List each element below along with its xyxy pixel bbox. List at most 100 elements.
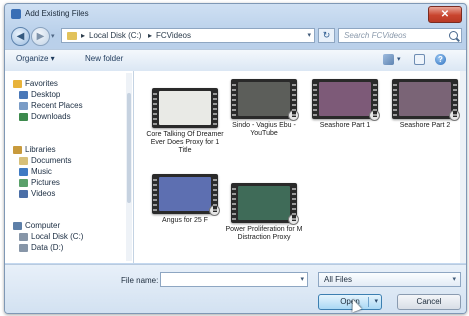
sidebar-scrollbar-thumb[interactable] [127,93,131,203]
video-frame [159,91,211,125]
forward-button[interactable]: ▶ [31,27,50,46]
sidebar-item-music[interactable]: Music [5,167,125,178]
file-name: Seashore Part 2 [399,122,451,129]
add-existing-files-dialog: Add Existing Files ✕ ◀ ▶ ▾ ▸ Local Disk … [4,3,467,314]
organize-button[interactable]: Organize ▾ [16,54,55,63]
refresh-button[interactable]: ↻ [318,28,335,43]
dialog-footer: File name: ▾ All Files ▾ Open ▾ Cancel [5,264,466,313]
drive-icon [19,233,28,241]
file-name-field[interactable]: ▾ [160,272,308,287]
video-frame [159,177,211,211]
arrow-left-icon: ◀ [16,31,25,42]
view-options-dropdown[interactable]: ▾ [397,55,401,63]
videos-icon [19,190,28,198]
breadcrumb-fcvideos[interactable]: FCVideos [156,31,191,40]
sidebar-item-label: Favorites [25,79,58,88]
address-dropdown-icon[interactable]: ▾ [307,31,311,39]
navigation-pane: Favorites Desktop Recent Places Download… [5,71,134,263]
cancel-button[interactable]: Cancel [397,294,461,310]
title-bar: Add Existing Files ✕ [5,4,466,24]
star-icon [13,80,22,88]
video-badge-icon [288,214,299,225]
video-frame [399,82,451,116]
video-thumbnail [231,183,299,225]
file-type-selected: All Files [324,275,353,284]
sidebar-item-local-disk[interactable]: Local Disk (C:) [5,232,125,243]
sidebar-item-label: Computer [25,221,61,230]
sidebar-item-label: Documents [31,156,72,165]
sidebar-item-documents[interactable]: Documents [5,156,125,167]
breadcrumb-local-disk[interactable]: Local Disk (C:) [89,31,141,40]
file-name: Seashore Part 1 [319,122,371,129]
file-type-filter[interactable]: All Files ▾ [318,272,461,287]
sidebar-item-favorites[interactable]: Favorites [5,79,125,90]
documents-icon [19,157,28,165]
sidebar-item-computer[interactable]: Computer [5,221,125,232]
video-badge-icon [288,110,299,121]
sidebar-item-label: Desktop [31,90,61,99]
recent-pages-dropdown[interactable]: ▾ [51,32,55,40]
video-frame [238,186,290,220]
video-badge-icon [369,110,380,121]
sidebar-item-pictures[interactable]: Pictures [5,178,125,189]
chevron-down-icon[interactable]: ▾ [300,275,304,283]
sidebar-item-label: Local Disk (C:) [31,232,84,241]
search-box[interactable]: Search FCVideos [338,28,462,43]
libraries-icon [13,146,22,154]
sidebar-item-label: Data (D:) [31,243,64,252]
close-button[interactable]: ✕ [428,6,462,23]
video-thumbnail [231,79,299,121]
file-name: Core Talking Of Dreamer Ever Does Proxy … [146,131,224,154]
window-title: Add Existing Files [25,9,89,18]
video-badge-icon [449,110,460,121]
sidebar-item-recent-places[interactable]: Recent Places [5,101,125,112]
search-input[interactable]: Search FCVideos [344,31,407,40]
video-badge-icon [209,205,220,216]
address-bar[interactable]: ▸ Local Disk (C:) ▸ FCVideos ▾ [61,28,315,43]
search-icon [449,31,458,40]
file-list-scrollbar[interactable] [460,71,466,263]
video-frame [238,82,290,116]
change-view-icon[interactable] [383,54,394,65]
pictures-icon [19,179,28,187]
new-folder-button[interactable]: New folder [85,54,123,63]
sidebar-item-label: Recent Places [31,101,83,110]
folder-icon [67,32,77,40]
sidebar-scrollbar[interactable] [126,73,132,261]
video-thumbnail [392,79,460,121]
back-button[interactable]: ◀ [11,27,30,46]
file-name: Angus for 25 F [162,217,208,224]
file-name: Power Proliferation for M Distraction Pr… [225,226,303,241]
help-icon[interactable]: ? [435,54,446,65]
app-icon [11,9,21,19]
file-list: Core Talking Of Dreamer Ever Does Proxy … [134,71,460,263]
drive-icon [19,244,28,252]
chevron-down-icon[interactable]: ▾ [374,295,378,309]
sidebar-item-downloads[interactable]: Downloads [5,112,125,123]
split-divider [368,297,369,307]
video-frame [319,82,371,116]
sidebar-item-desktop[interactable]: Desktop [5,90,125,101]
command-bar: Organize ▾ New folder ▾ ? [5,49,466,72]
downloads-icon [19,113,28,121]
navigation-bar: ◀ ▶ ▾ ▸ Local Disk (C:) ▸ FCVideos ▾ ↻ S… [5,24,466,48]
video-thumbnail [312,79,380,121]
music-icon [19,168,28,176]
sidebar-item-label: Libraries [25,145,56,154]
preview-pane-icon[interactable] [414,54,425,65]
sidebar-item-libraries[interactable]: Libraries [5,145,125,156]
sidebar-item-label: Music [31,167,52,176]
computer-icon [13,222,22,230]
desktop-icon [19,91,28,99]
video-thumbnail [152,88,218,128]
file-name-label: File name: [121,276,159,285]
breadcrumb-chevron-icon: ▸ [148,31,153,40]
sidebar-item-videos[interactable]: Videos [5,189,125,200]
file-name: Sindo - Vagius Ebu - YouTube [232,122,296,137]
refresh-icon: ↻ [322,30,331,40]
sidebar-item-label: Videos [31,189,56,198]
cancel-button-label: Cancel [416,297,442,306]
sidebar-item-data-drive[interactable]: Data (D:) [5,243,125,254]
close-icon: ✕ [440,9,450,20]
sidebar-item-label: Downloads [31,112,71,121]
